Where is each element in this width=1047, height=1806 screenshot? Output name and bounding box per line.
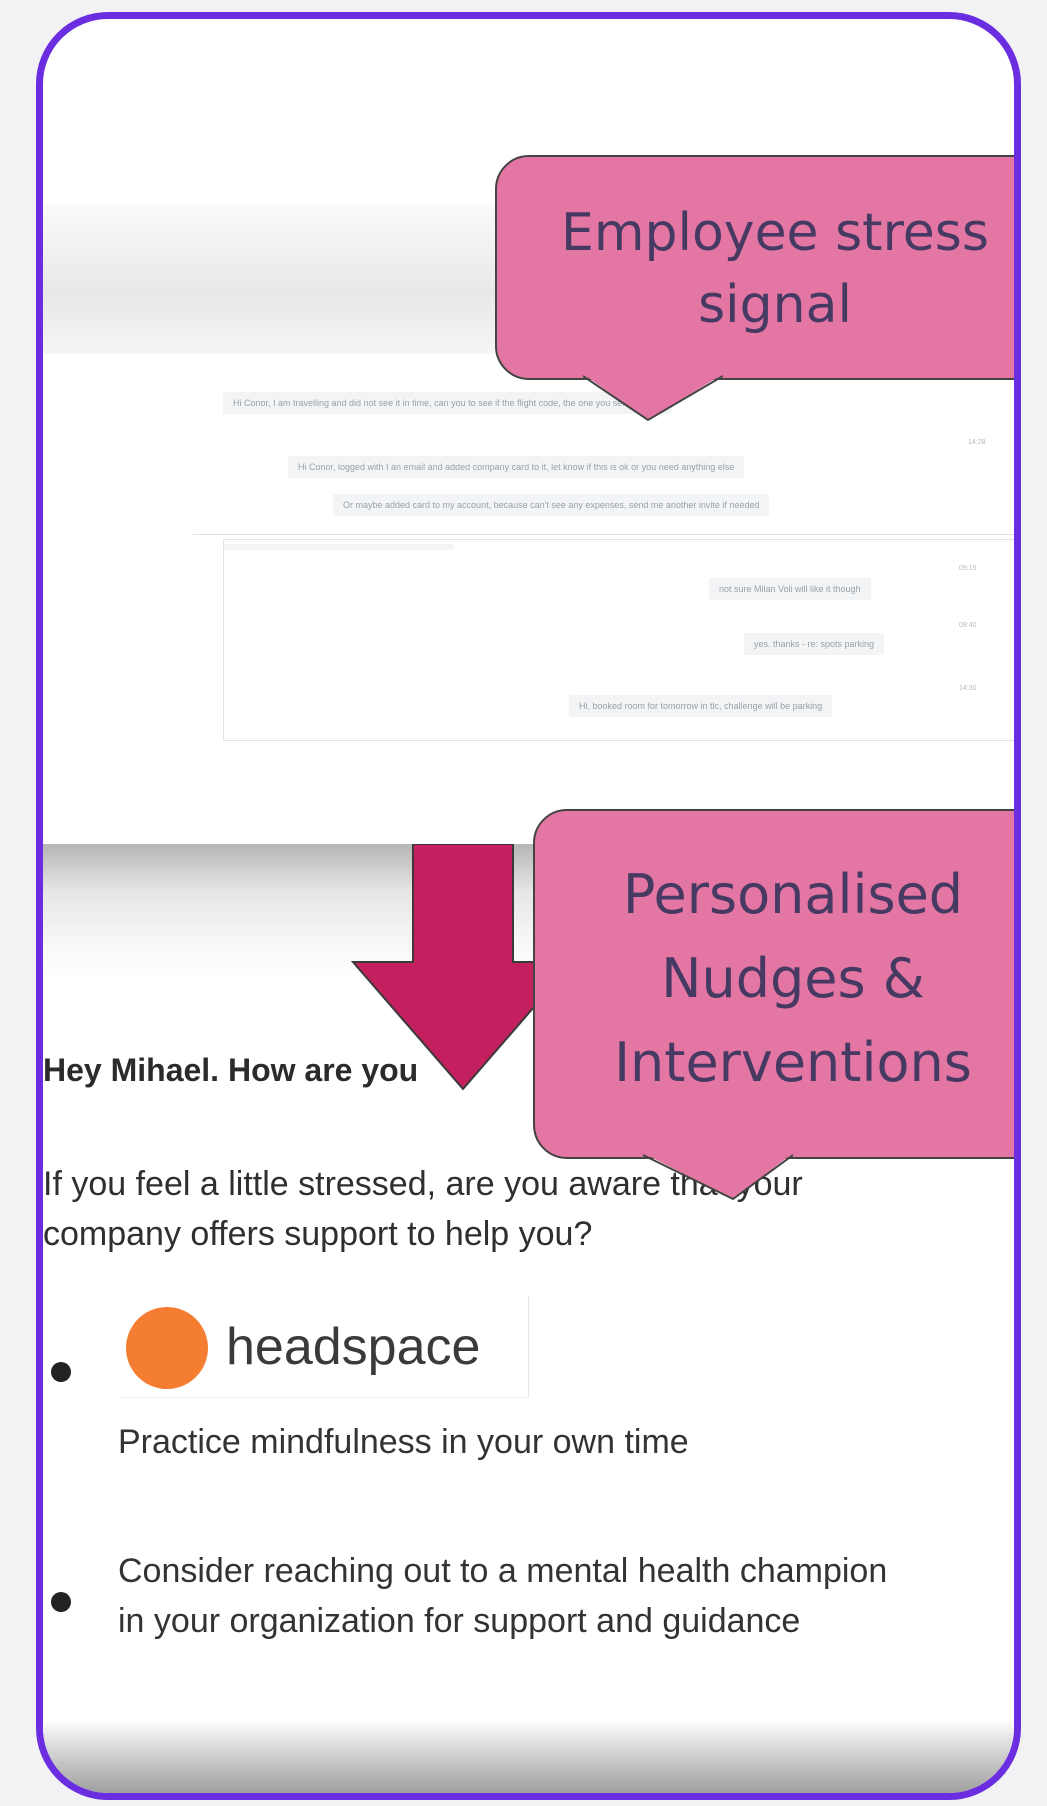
mindfulness-text: Practice mindfulness in your own time: [118, 1423, 689, 1461]
greeting-heading: Hey Mihael. How are you: [43, 1052, 419, 1088]
bullet-icon: [51, 1362, 71, 1382]
headspace-dot-icon: [126, 1307, 208, 1389]
callout-employee-stress-signal: Employee stress signal: [495, 155, 1014, 380]
chat-message: Hi Conor, logged with I an email and add…: [288, 456, 745, 478]
chat-timestamp: 09:15: [959, 565, 977, 572]
headspace-logo[interactable]: headspace: [118, 1297, 529, 1398]
chat-message: Or maybe added card to my account, becau…: [333, 494, 770, 516]
callout-line: Interventions: [614, 1031, 972, 1094]
callout-line: Nudges &: [661, 947, 925, 1010]
bottom-shadow-band: [43, 1719, 1014, 1793]
callout-pointer-icon: [643, 1153, 793, 1201]
chat-timestamp: 09:40: [959, 622, 977, 629]
callout-personalised-nudges: Personalised Nudges & Interventions: [533, 809, 1014, 1159]
chat-placeholder-bar: [224, 544, 454, 550]
chat-timestamp: 14:28: [968, 439, 986, 446]
phone-frame: Hi Conor, I am travelling and did not se…: [36, 12, 1021, 1800]
chat-timestamp: 14:30: [959, 685, 977, 692]
chat-message: yes. thanks - re: spots parking: [744, 633, 885, 655]
callout-line: Employee stress: [561, 203, 989, 263]
bullet-icon: [51, 1592, 71, 1612]
chat-message: Hi, booked room for tomorrow in tlc, cha…: [569, 695, 833, 717]
callout-line: Personalised: [622, 863, 964, 926]
mental-health-champion-text: Consider reaching out to a mental health…: [118, 1552, 888, 1640]
chat-panel-lower: 09:15 not sure Milan Voli will like it t…: [223, 539, 1014, 741]
callout-line: signal: [698, 275, 852, 335]
chat-message: not sure Milan Voli will like it though: [709, 578, 871, 600]
callout-pointer-icon: [583, 374, 723, 422]
headspace-wordmark: headspace: [226, 1318, 481, 1376]
